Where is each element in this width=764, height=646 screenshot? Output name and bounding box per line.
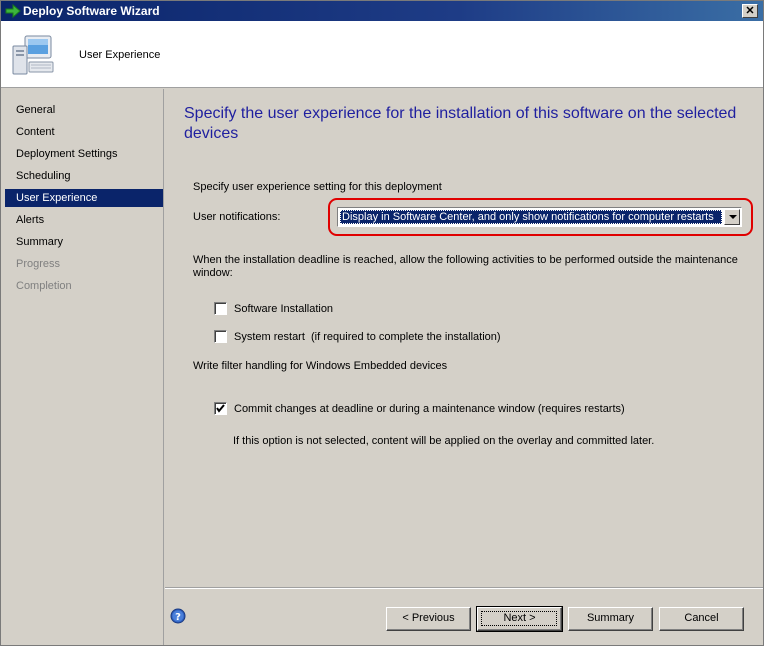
system-restart-label: System restart (if required to complete …: [234, 331, 501, 343]
previous-button[interactable]: < Previous: [386, 607, 471, 631]
footer-separator: [165, 587, 763, 589]
deploy-software-wizard-window: Deploy Software Wizard ✕ User Experience…: [0, 0, 764, 646]
nav-item-scheduling[interactable]: Scheduling: [5, 167, 163, 185]
deadline-description: When the installation deadline is reache…: [193, 254, 738, 279]
help-icon[interactable]: ?: [170, 608, 186, 624]
nav-item-alerts[interactable]: Alerts: [5, 211, 163, 229]
section-label: Specify user experience setting for this…: [193, 181, 442, 193]
previous-button-label: < Previous: [402, 612, 455, 624]
summary-button-label: Summary: [586, 612, 635, 624]
summary-button[interactable]: Summary: [568, 607, 653, 631]
nav-item-summary[interactable]: Summary: [5, 233, 163, 251]
commit-changes-checkbox[interactable]: [214, 402, 227, 415]
software-installation-label: Software Installation: [234, 303, 334, 315]
chevron-down-icon[interactable]: [724, 209, 740, 225]
checkmark-icon: [216, 404, 225, 413]
write-filter-label: Write filter handling for Windows Embedd…: [193, 360, 448, 372]
nav-item-progress: Progress: [16, 258, 61, 270]
system-restart-checkbox[interactable]: [214, 330, 227, 343]
computer-icon: [12, 35, 54, 75]
green-arrow-icon: [5, 4, 21, 18]
software-installation-checkbox[interactable]: [214, 302, 227, 315]
next-button-label: Next >: [503, 612, 536, 624]
next-button[interactable]: Next >: [476, 606, 563, 632]
cancel-button-label: Cancel: [684, 612, 719, 624]
main-panel: Specify the user experience for the inst…: [165, 89, 763, 645]
window-title: Deploy Software Wizard: [23, 4, 160, 18]
title-bar: Deploy Software Wizard ✕: [1, 1, 763, 21]
close-button[interactable]: ✕: [742, 4, 758, 18]
svg-text:?: ?: [175, 612, 181, 623]
nav-item-content[interactable]: Content: [5, 123, 163, 141]
page-title: Specify the user experience for the inst…: [184, 105, 737, 142]
nav-item-user-experience[interactable]: User Experience: [5, 189, 163, 207]
commit-changes-label: Commit changes at deadline or during a m…: [234, 403, 625, 415]
nav-item-deployment-settings[interactable]: Deployment Settings: [5, 145, 163, 163]
header-title: User Experience: [79, 49, 161, 61]
nav-item-general[interactable]: General: [5, 101, 163, 119]
user-notifications-value: Display in Software Center, and only sho…: [340, 210, 722, 224]
cancel-button[interactable]: Cancel: [659, 607, 744, 631]
user-notifications-label: User notifications:: [193, 211, 281, 223]
wizard-header: User Experience: [1, 21, 763, 88]
nav-item-completion: Completion: [16, 280, 72, 292]
wizard-nav: General Content Deployment Settings Sche…: [1, 89, 164, 645]
user-notifications-select[interactable]: Display in Software Center, and only sho…: [337, 207, 742, 227]
commit-note: If this option is not selected, content …: [233, 435, 655, 447]
